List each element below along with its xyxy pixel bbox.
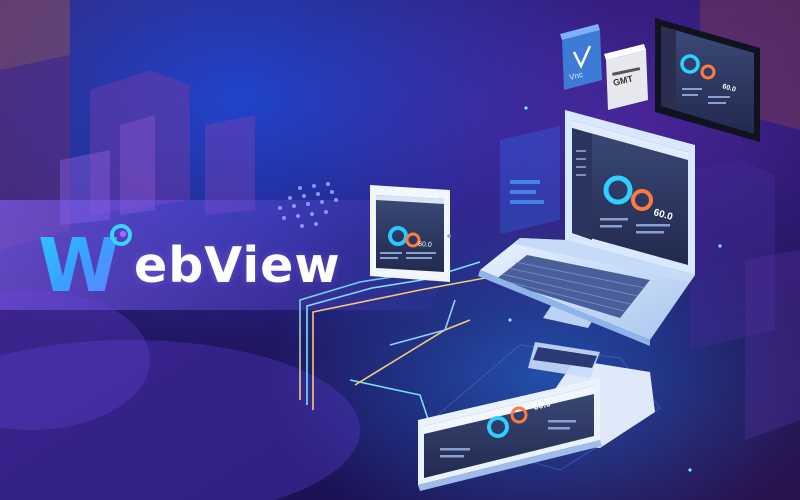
webview-logo: W ebView: [38, 213, 341, 297]
tablet-value-label: 60.0: [418, 241, 432, 249]
logo-wordmark: ebView: [134, 237, 341, 294]
tablet-device: [370, 185, 451, 282]
vnc-icon: [560, 24, 602, 90]
logo-letter: W: [38, 223, 120, 297]
logo-w-mark: W: [38, 223, 132, 297]
